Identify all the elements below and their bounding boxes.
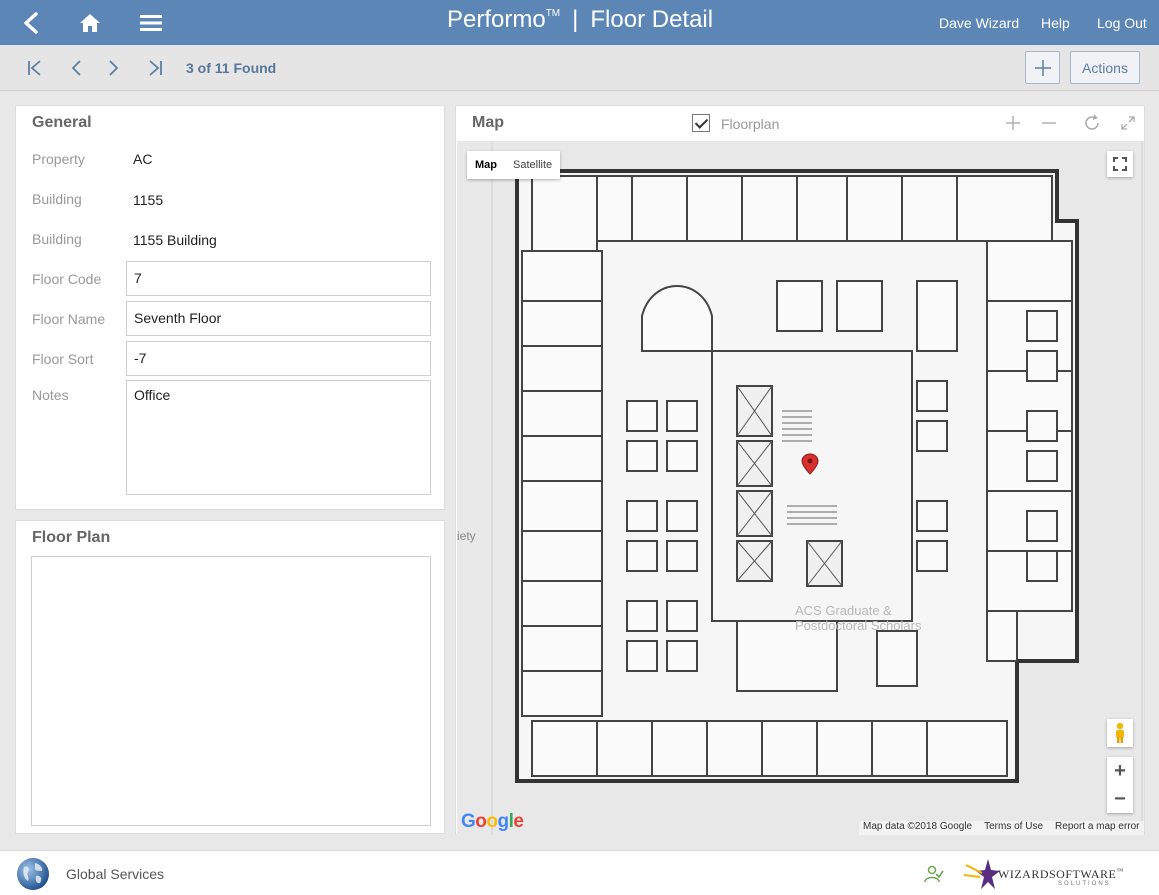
help-link[interactable]: Help (1041, 15, 1070, 31)
property-value: AC (133, 151, 153, 167)
organization-name: Global Services (66, 866, 165, 882)
logout-link[interactable]: Log Out (1097, 15, 1147, 31)
wizard-software-logo: WIZARDSOFTWARE™ SOLUTIONS (960, 857, 1145, 891)
building-name-label: Building (32, 231, 82, 247)
floorplan-overlay (457, 141, 1144, 835)
notes-label: Notes (32, 387, 69, 403)
zoom-out-button[interactable]: − (1107, 785, 1133, 813)
previous-record-icon[interactable] (66, 57, 88, 79)
report-map-error-link[interactable]: Report a map error (1055, 821, 1139, 835)
record-toolbar: 3 of 11 Found Actions (0, 45, 1159, 91)
map-title: Map (472, 114, 504, 131)
floor-sort-label: Floor Sort (32, 351, 94, 367)
building-value: 1155 (133, 192, 164, 208)
building-label: Building (32, 191, 82, 207)
next-record-icon[interactable] (102, 57, 124, 79)
property-label: Property (32, 151, 85, 167)
add-record-button[interactable] (1025, 51, 1060, 84)
last-record-icon[interactable] (144, 57, 166, 79)
floor-plan-panel: Floor Plan (15, 520, 445, 834)
google-logo: Google (461, 811, 524, 832)
user-status-icon[interactable] (924, 865, 944, 883)
zoom-in-button[interactable]: + (1107, 757, 1133, 785)
map-zoom-out-icon[interactable] (1038, 112, 1060, 134)
map-poi-label: iety (457, 529, 476, 543)
brand-word: WIZARDSOFTWARE (998, 867, 1117, 881)
floorplan-checkbox[interactable] (692, 114, 710, 132)
map-panel: Map Floorplan Map Satellite iety ACS Gra… (455, 105, 1145, 835)
brand-wordmark: WIZARDSOFTWARE™ (998, 867, 1124, 882)
floor-plan-title: Floor Plan (32, 529, 111, 546)
first-record-icon[interactable] (24, 57, 46, 79)
floor-code-field[interactable]: 7 (126, 261, 431, 296)
map-refresh-icon[interactable] (1081, 112, 1103, 134)
map-type-map[interactable]: Map (467, 151, 505, 179)
menu-icon[interactable] (136, 8, 166, 38)
trademark: TM (545, 8, 561, 19)
plus-icon (1034, 59, 1051, 76)
fullscreen-icon[interactable] (1107, 151, 1133, 177)
floor-code-label: Floor Code (32, 271, 102, 287)
floor-name-field[interactable]: Seventh Floor (126, 301, 431, 336)
user-link[interactable]: Dave Wizard (939, 15, 1019, 31)
wizard-star-icon (963, 859, 1000, 889)
footer: Global Services WIZARDSOFTWARE™ SOLUTION… (0, 850, 1159, 895)
map-type-control: Map Satellite (467, 151, 561, 179)
top-bar: PerformoTM | Floor Detail Dave Wizard Help… (0, 0, 1159, 45)
general-title: General (32, 114, 92, 131)
floorplan-checkbox-label: Floorplan (721, 116, 780, 132)
page-title-text: Floor Detail (590, 6, 714, 33)
terms-of-use-link[interactable]: Terms of Use (984, 821, 1043, 835)
back-icon[interactable] (16, 8, 46, 38)
title-separator: | (572, 6, 579, 33)
building-name-value: 1155 Building (133, 232, 217, 248)
home-icon[interactable] (75, 8, 105, 38)
actions-button[interactable]: Actions (1070, 51, 1140, 84)
map-expand-icon[interactable] (1117, 112, 1139, 134)
map-type-satellite[interactable]: Satellite (505, 151, 560, 179)
brand-subtitle: SOLUTIONS (1058, 881, 1111, 887)
map-zoom-control: + − (1107, 757, 1133, 813)
notes-field[interactable]: Office (126, 380, 431, 495)
globe-icon (17, 858, 49, 890)
map-canvas[interactable]: Map Satellite iety ACS Graduate & Postdo… (457, 141, 1144, 835)
general-panel: General Property AC Building 1155 Buildi… (15, 105, 445, 510)
app-name: Performo (447, 6, 546, 33)
place-label-line1: ACS Graduate & (795, 603, 892, 618)
map-place-label: ACS Graduate & Postdoctoral Scholars (795, 603, 921, 633)
street-view-pegman-icon[interactable] (1107, 719, 1133, 747)
page-title: PerformoTM | Floor Detail (447, 6, 713, 34)
place-label-line2: Postdoctoral Scholars (795, 618, 922, 633)
map-zoom-in-icon[interactable] (1002, 112, 1024, 134)
floor-plan-image-area (31, 556, 431, 826)
floor-sort-field[interactable]: -7 (126, 341, 431, 376)
map-data-credit: Map data ©2018 Google (863, 821, 973, 832)
brand-trademark: ™ (1116, 867, 1124, 875)
found-count: 3 of 11 Found (186, 60, 277, 76)
map-attribution: Map data ©2018 Google Terms of Use Repor… (859, 821, 1144, 835)
floor-name-label: Floor Name (32, 311, 106, 327)
